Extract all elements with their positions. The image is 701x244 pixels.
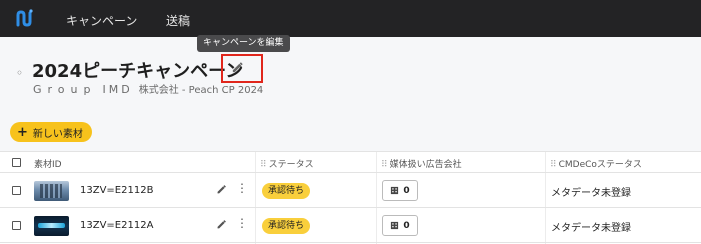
more-vertical-icon[interactable]: ⋮	[236, 217, 248, 229]
table-header: 素材ID ⠿ ステータス ⠿ 媒体扱い広告会社 ⠿ CMDeCoステータス	[0, 152, 701, 173]
group-label: Group	[33, 83, 97, 96]
drag-handle-icon[interactable]: ⠿	[260, 160, 266, 170]
nav-item-campaign[interactable]: キャンペーン	[66, 12, 137, 29]
media-agency-button[interactable]: 0	[382, 180, 418, 201]
row-checkbox[interactable]	[12, 221, 21, 230]
material-code: 13ZV=E2112A	[80, 220, 154, 231]
column-header-cmdeco-status[interactable]: ⠿ CMDeCoステータス	[550, 157, 642, 170]
media-agency-button[interactable]: 0	[382, 215, 418, 236]
pencil-icon[interactable]	[216, 219, 227, 230]
more-vertical-icon[interactable]: ⋮	[236, 182, 248, 194]
status-badge: 承認待ち	[262, 218, 311, 234]
status-badge: 承認待ち	[262, 183, 311, 199]
column-header-status[interactable]: ⠿ ステータス	[260, 157, 314, 170]
app-logo-icon[interactable]	[14, 8, 36, 30]
drag-handle-icon[interactable]: ⠿	[550, 160, 556, 170]
edit-campaign-tooltip: キャンペーンを編集	[197, 35, 290, 52]
media-count: 0	[403, 220, 410, 231]
building-icon	[391, 186, 399, 195]
plus-icon: +	[17, 124, 28, 140]
add-material-button[interactable]: + 新しい素材	[10, 122, 92, 142]
media-count: 0	[403, 185, 410, 196]
table-row[interactable]: 13ZV=E2112B ⋮ 承認待ち 0 メタデータ未登録	[0, 173, 701, 208]
campaign-subtitle: Group IMD 株式会社 - Peach CP 2024	[33, 81, 263, 96]
materials-table: 素材ID ⠿ ステータス ⠿ 媒体扱い広告会社 ⠿ CMDeCoステータス 13ZV=…	[0, 151, 701, 244]
top-navbar: キャンペーン 送稿	[0, 0, 701, 37]
cmdeco-status: メタデータ未登録	[551, 188, 631, 199]
company-detail: 株式会社 - Peach CP 2024	[138, 85, 264, 96]
title-bullet: ◦	[16, 66, 24, 80]
pencil-icon[interactable]	[216, 184, 227, 195]
page-title: 2024ピーチキャンペーン	[32, 61, 244, 82]
column-header-material-id[interactable]: 素材ID	[34, 157, 62, 170]
group-code: IMD	[102, 83, 133, 96]
nav-item-send[interactable]: 送稿	[166, 12, 190, 29]
row-checkbox[interactable]	[12, 186, 21, 195]
column-header-media-agency[interactable]: ⠿ 媒体扱い広告会社	[381, 157, 462, 170]
table-row[interactable]: 13ZV=E2112A ⋮ 承認待ち 0 メタデータ未登録	[0, 208, 701, 243]
edit-campaign-button[interactable]	[221, 54, 263, 83]
material-thumbnail[interactable]	[34, 181, 69, 201]
material-code: 13ZV=E2112B	[80, 185, 154, 196]
column-header-status-label: ステータス	[268, 160, 314, 170]
material-thumbnail[interactable]	[34, 216, 69, 236]
select-all-checkbox[interactable]	[12, 158, 21, 167]
cmdeco-status: メタデータ未登録	[551, 223, 631, 234]
building-icon	[391, 221, 399, 230]
pencil-icon	[232, 62, 243, 73]
drag-handle-icon[interactable]: ⠿	[381, 160, 387, 170]
column-header-cmdeco-status-label: CMDeCoステータス	[558, 160, 642, 170]
add-material-label: 新しい素材	[32, 128, 83, 140]
column-header-media-agency-label: 媒体扱い広告会社	[389, 160, 462, 170]
